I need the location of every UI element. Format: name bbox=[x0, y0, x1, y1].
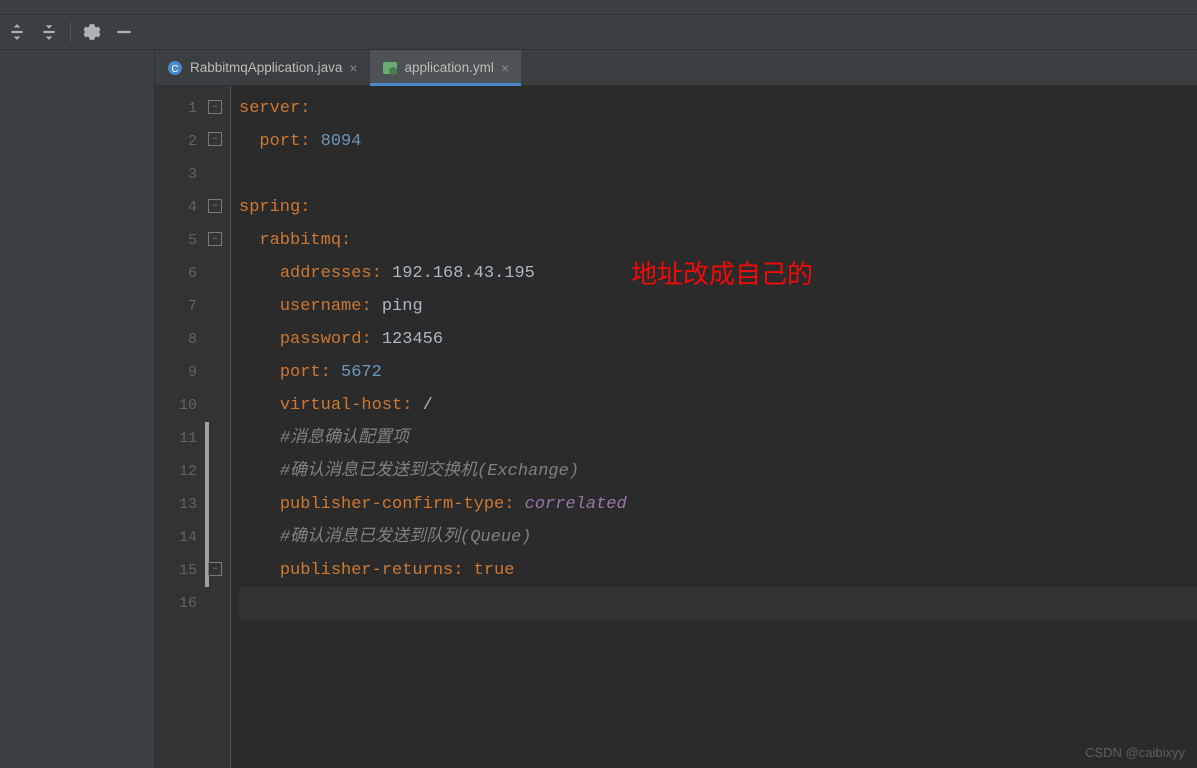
line-number: 10 bbox=[155, 389, 197, 422]
line-number: 6 bbox=[155, 257, 197, 290]
svg-text:C: C bbox=[171, 64, 178, 75]
close-icon[interactable]: × bbox=[501, 60, 509, 76]
line-number: 8 bbox=[155, 323, 197, 356]
line-number: 2 bbox=[155, 125, 197, 158]
minimize-icon[interactable] bbox=[113, 21, 135, 43]
top-toolbar bbox=[0, 0, 1197, 15]
code-line[interactable]: spring: bbox=[239, 191, 1197, 224]
close-icon[interactable]: × bbox=[349, 60, 357, 76]
divider bbox=[70, 22, 71, 42]
editor-body[interactable]: 1 2 3 4 5 6 7 8 9 10 11 12 13 14 15 16 − bbox=[155, 86, 1197, 768]
line-number: 14 bbox=[155, 521, 197, 554]
fold-gutter: − − − − − bbox=[205, 86, 231, 768]
code-line[interactable]: #确认消息已发送到交换机(Exchange) bbox=[239, 455, 1197, 488]
code-line[interactable] bbox=[239, 587, 1197, 620]
code-line[interactable]: publisher-confirm-type: correlated bbox=[239, 488, 1197, 521]
code-content[interactable]: server: port: 8094 spring: rabbitmq: add… bbox=[231, 86, 1197, 768]
code-line[interactable]: port: 8094 bbox=[239, 125, 1197, 158]
watermark: CSDN @caibixyy bbox=[1085, 745, 1185, 760]
fold-toggle[interactable]: − bbox=[208, 100, 222, 114]
tab-label: RabbitmqApplication.java bbox=[190, 60, 342, 75]
code-line[interactable]: rabbitmq: bbox=[239, 224, 1197, 257]
tabs-bar: C RabbitmqApplication.java × application… bbox=[155, 50, 1197, 86]
code-line[interactable]: #确认消息已发送到队列(Queue) bbox=[239, 521, 1197, 554]
tab-label: application.yml bbox=[405, 60, 494, 75]
collapse-all-icon[interactable] bbox=[38, 21, 60, 43]
fold-toggle[interactable]: − bbox=[208, 199, 222, 213]
fold-toggle[interactable]: − bbox=[208, 562, 222, 576]
expand-all-icon[interactable] bbox=[6, 21, 28, 43]
project-panel bbox=[0, 50, 155, 768]
line-number: 15 bbox=[155, 554, 197, 587]
line-numbers: 1 2 3 4 5 6 7 8 9 10 11 12 13 14 15 16 bbox=[155, 86, 205, 768]
code-line[interactable]: virtual-host: / bbox=[239, 389, 1197, 422]
code-line[interactable]: #消息确认配置项 bbox=[239, 422, 1197, 455]
line-number: 12 bbox=[155, 455, 197, 488]
code-line[interactable]: password: 123456 bbox=[239, 323, 1197, 356]
line-number: 4 bbox=[155, 191, 197, 224]
fold-toggle[interactable]: − bbox=[208, 132, 222, 146]
code-line[interactable]: server: bbox=[239, 92, 1197, 125]
tab-rabbitmq-application[interactable]: C RabbitmqApplication.java × bbox=[155, 50, 370, 85]
line-number: 9 bbox=[155, 356, 197, 389]
line-number: 11 bbox=[155, 422, 197, 455]
code-line[interactable]: username: ping bbox=[239, 290, 1197, 323]
code-line[interactable]: publisher-returns: true bbox=[239, 554, 1197, 587]
java-file-icon: C bbox=[167, 60, 183, 76]
editor-area: C RabbitmqApplication.java × application… bbox=[155, 50, 1197, 768]
code-line[interactable] bbox=[239, 158, 1197, 191]
fold-toggle[interactable]: − bbox=[208, 232, 222, 246]
main-area: C RabbitmqApplication.java × application… bbox=[0, 50, 1197, 768]
yaml-file-icon bbox=[382, 60, 398, 76]
line-number: 16 bbox=[155, 587, 197, 620]
annotation-text: 地址改成自己的 bbox=[631, 254, 813, 291]
line-number: 3 bbox=[155, 158, 197, 191]
tab-application-yml[interactable]: application.yml × bbox=[370, 50, 521, 85]
line-number: 1 bbox=[155, 92, 197, 125]
gear-icon[interactable] bbox=[81, 21, 103, 43]
line-number: 5 bbox=[155, 224, 197, 257]
secondary-toolbar bbox=[0, 15, 1197, 50]
line-number: 7 bbox=[155, 290, 197, 323]
line-number: 13 bbox=[155, 488, 197, 521]
code-line[interactable]: port: 5672 bbox=[239, 356, 1197, 389]
